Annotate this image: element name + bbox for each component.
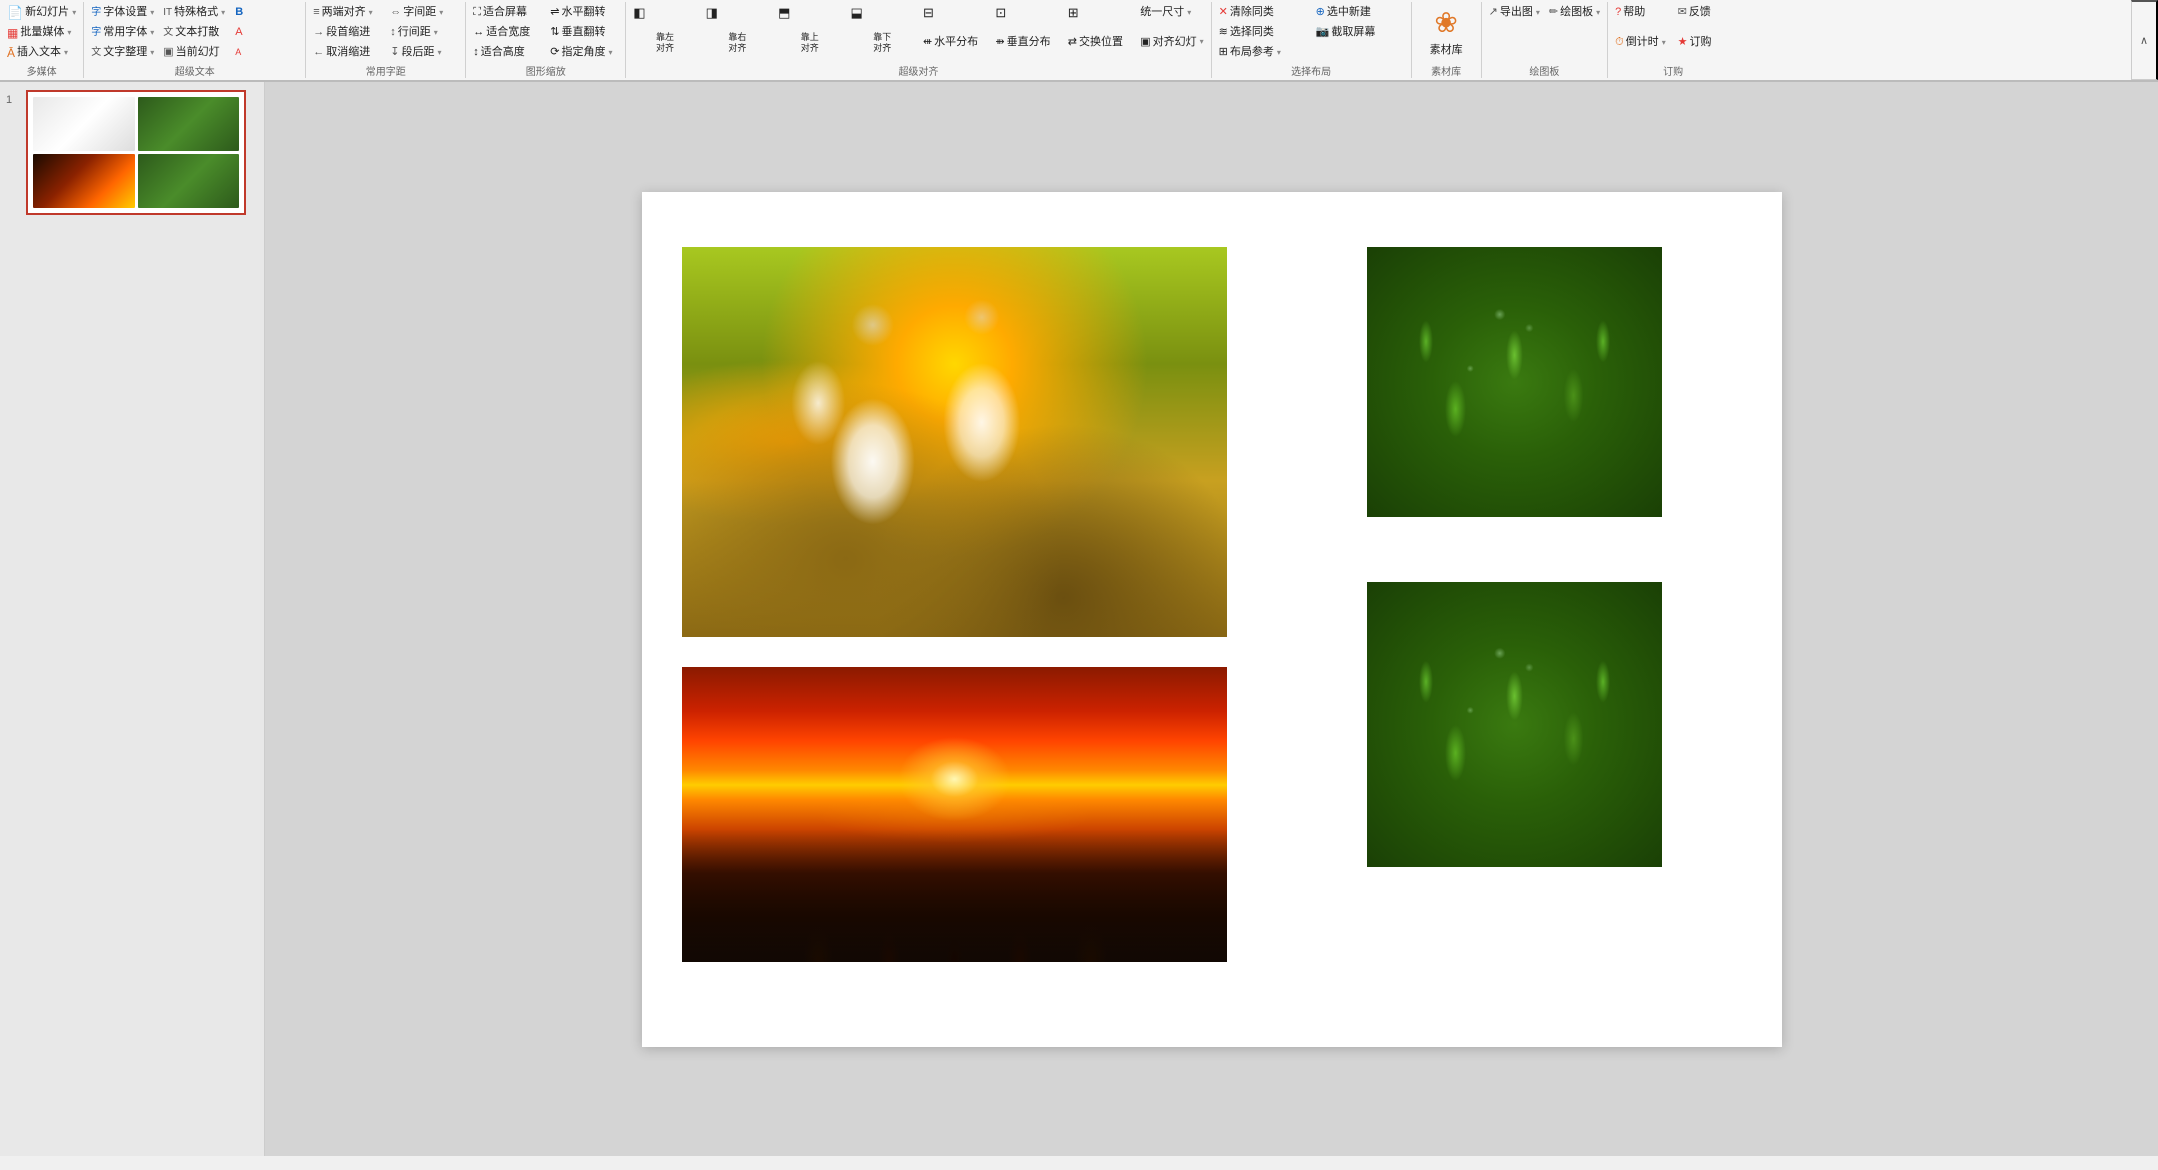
image-leaves-bottom[interactable] bbox=[1367, 582, 1662, 867]
btn-para-spacing[interactable]: ↧段后距▾ bbox=[386, 43, 462, 62]
section-multimedia-label: 多媒体 bbox=[3, 62, 80, 78]
section-drawing-label: 绘图板 bbox=[1485, 62, 1604, 78]
btn-angle[interactable]: ⟳指定角度▾ bbox=[546, 43, 622, 62]
thumb-cell-4 bbox=[138, 154, 240, 208]
section-spacing-label: 常用字距 bbox=[309, 62, 462, 78]
image-leaves-top[interactable] bbox=[1367, 247, 1662, 517]
btn-export[interactable]: ↗导出图▾ bbox=[1485, 3, 1544, 22]
btn-align-top-label[interactable]: 靠上对齐 bbox=[774, 33, 845, 53]
btn-current-slide[interactable]: ▣ 当前幻灯 bbox=[159, 43, 230, 62]
btn-special-format[interactable]: IT 特殊格式▾ bbox=[159, 3, 230, 22]
btn-align-left-label[interactable]: 靠左对齐 bbox=[629, 33, 700, 53]
btn-h-distribute[interactable]: ⇺水平分布 bbox=[919, 33, 990, 52]
section-multimedia: 📄 新幻灯片 ▾ ▦ 批量媒体 ▾ Ā 插入文本 ▾ bbox=[0, 2, 84, 78]
btn-fit-width[interactable]: ↔适合宽度 bbox=[469, 23, 545, 42]
btn-indent[interactable]: →段首缩进 bbox=[309, 23, 385, 42]
btn-select-same[interactable]: ≋选择同类 bbox=[1215, 23, 1311, 42]
btn-help[interactable]: ?帮助 bbox=[1611, 3, 1673, 22]
btn-absolute-center[interactable]: ⊡ bbox=[991, 3, 1062, 22]
btn-uniform-size[interactable]: 统一尺寸▾ bbox=[1136, 3, 1207, 22]
btn-new-slide[interactable]: 📄 新幻灯片 ▾ bbox=[3, 3, 80, 22]
section-material: ❀ 素材库 素材库 bbox=[1412, 2, 1482, 78]
image-flowers[interactable] bbox=[682, 247, 1227, 637]
btn-fit-screen[interactable]: ⛶适合屏幕 bbox=[469, 3, 545, 22]
btn-clear-same[interactable]: ✕清除同类 bbox=[1215, 3, 1311, 22]
section-shape-scale: ⛶适合屏幕 ⇌水平翻转 ↔适合宽度 ⇅垂直翻转 ↕适合高度 ⟳指定角度▾ 图 bbox=[466, 2, 626, 78]
canvas-area[interactable] bbox=[265, 82, 2158, 1156]
btn-align-slide[interactable]: ▣对齐幻灯▾ bbox=[1136, 33, 1207, 52]
btn-text-arrange[interactable]: 文 文字整理▾ bbox=[87, 43, 158, 62]
btn-justify[interactable]: ≡两端对齐▾ bbox=[309, 3, 385, 22]
btn-insert-text[interactable]: Ā 插入文本 ▾ bbox=[3, 43, 80, 62]
btn-font-setting[interactable]: 字 字体设置▾ bbox=[87, 3, 158, 22]
btn-bold[interactable]: B bbox=[231, 3, 302, 22]
btn-v-center[interactable]: ⊞ bbox=[1064, 3, 1135, 22]
section-select-layout: ✕清除同类 ⊕选中新建 ≋选择同类 📷截取屏幕 ⊞布局参考▾ 选择布局 bbox=[1212, 2, 1412, 78]
thumb-cell-2 bbox=[138, 97, 240, 151]
section-spacing: ≡两端对齐▾ ⇔字间距▾ →段首缩进 ↕行间距▾ ←取消缩进 ↧段后距▾ 常 bbox=[306, 2, 466, 78]
section-select-layout-label: 选择布局 bbox=[1215, 62, 1408, 78]
btn-drawing[interactable]: ✏绘图板▾ bbox=[1545, 3, 1604, 22]
btn-layout-ref[interactable]: ⊞布局参考▾ bbox=[1215, 43, 1311, 62]
btn-align-bottom-label[interactable]: 靠下对齐 bbox=[847, 33, 918, 53]
btn-feedback[interactable]: ✉反馈 bbox=[1674, 3, 1736, 22]
btn-timer[interactable]: ⏱倒计时▾ bbox=[1611, 33, 1673, 52]
btn-align-right[interactable]: ◨ bbox=[702, 3, 773, 22]
section-material-label: 素材库 bbox=[1415, 62, 1478, 78]
btn-screenshot[interactable]: 📷截取屏幕 bbox=[1312, 23, 1408, 42]
thumb-cell-1 bbox=[33, 97, 135, 151]
btn-material[interactable]: 素材库 bbox=[1426, 41, 1467, 60]
slide-thumbnail-wrapper: 1 bbox=[6, 90, 258, 215]
btn-batch-media[interactable]: ▦ 批量媒体 ▾ bbox=[3, 23, 80, 42]
btn-fontsize-a1[interactable]: A bbox=[231, 23, 302, 42]
slide-number: 1 bbox=[6, 94, 20, 106]
image-sunset[interactable] bbox=[682, 667, 1227, 962]
btn-align-right-label[interactable]: 靠右对齐 bbox=[702, 33, 773, 53]
btn-align-top[interactable]: ⬒ bbox=[774, 3, 845, 22]
section-order-label: 订购 bbox=[1611, 62, 1735, 78]
main-area: 1 bbox=[0, 82, 2158, 1156]
btn-text-scatter[interactable]: 文 文本打散 bbox=[159, 23, 230, 42]
section-super-align: ◧ ◨ ⬒ ⬓ ⊟ ⊡ ⊞ 统一尺寸▾ 靠左对齐 靠右对齐 靠上对齐 靠下对齐 bbox=[626, 2, 1211, 78]
section-supertext-label: 超级文本 bbox=[87, 62, 302, 78]
btn-swap[interactable]: ⇄交换位置 bbox=[1064, 33, 1135, 52]
btn-common-font[interactable]: 字 常用字体▾ bbox=[87, 23, 158, 42]
btn-fontsize-a2[interactable]: A bbox=[231, 43, 302, 62]
btn-v-distribute[interactable]: ⇻垂直分布 bbox=[991, 33, 1062, 52]
thumb-cell-3 bbox=[33, 154, 135, 208]
slide-canvas[interactable] bbox=[642, 192, 1782, 1047]
btn-fit-height[interactable]: ↕适合高度 bbox=[469, 43, 545, 62]
btn-h-center[interactable]: ⊟ bbox=[919, 3, 990, 22]
ribbon-collapse-button[interactable]: ∧ bbox=[2131, 0, 2158, 80]
btn-select-new[interactable]: ⊕选中新建 bbox=[1312, 3, 1408, 22]
btn-align-left[interactable]: ◧ bbox=[629, 3, 700, 22]
slide-panel: 1 bbox=[0, 82, 265, 1156]
btn-flip-h[interactable]: ⇌水平翻转 bbox=[546, 3, 622, 22]
section-super-align-label: 超级对齐 bbox=[629, 62, 1207, 78]
btn-unindent[interactable]: ←取消缩进 bbox=[309, 43, 385, 62]
btn-flip-v[interactable]: ⇅垂直翻转 bbox=[546, 23, 622, 42]
btn-line-spacing[interactable]: ↕行间距▾ bbox=[386, 23, 462, 42]
ribbon: 📄 新幻灯片 ▾ ▦ 批量媒体 ▾ Ā 插入文本 ▾ bbox=[0, 0, 2158, 82]
btn-purchase[interactable]: ★订购 bbox=[1674, 33, 1736, 52]
section-drawing: ↗导出图▾ ✏绘图板▾ 绘图板 bbox=[1482, 2, 1608, 78]
section-shape-scale-label: 图形缩放 bbox=[469, 62, 622, 78]
slide-thumbnail[interactable] bbox=[26, 90, 246, 215]
section-supertext: 字 字体设置▾ IT 特殊格式▾ B 字 常用字体▾ 文 文本打散 bbox=[84, 2, 306, 78]
section-order: ?帮助 ✉反馈 ⏱倒计时▾ ★订购 订购 bbox=[1608, 2, 1738, 78]
btn-char-spacing[interactable]: ⇔字间距▾ bbox=[386, 3, 462, 22]
btn-align-bottom[interactable]: ⬓ bbox=[847, 3, 918, 22]
